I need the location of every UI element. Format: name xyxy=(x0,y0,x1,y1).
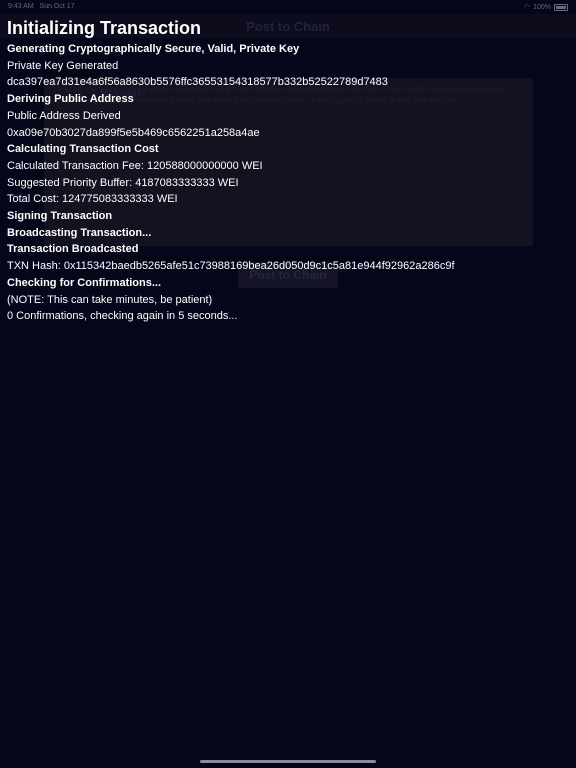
log-line: TXN Hash: 0x115342baedb5265afe51c7398816… xyxy=(7,260,455,273)
log-step-heading: Deriving Public Address xyxy=(7,93,134,106)
log-lines: Generating Cryptographically Secure, Val… xyxy=(7,41,572,325)
status-indicators: ◠ 100% xyxy=(524,3,568,11)
log-step-heading: Calculating Transaction Cost xyxy=(7,143,159,156)
wifi-icon: ◠ xyxy=(523,4,531,11)
log-line: Private Key Generated xyxy=(7,59,119,72)
status-time-text: 9:43 AM xyxy=(8,3,34,10)
log-line: 0xa09e70b3027da899f5e5b469c6562251a258a4… xyxy=(7,126,260,139)
log-line: Public Address Derived xyxy=(7,109,121,122)
log-title: Initializing Transaction xyxy=(7,18,202,38)
log-line: Suggested Priority Buffer: 4187083333333… xyxy=(7,176,239,189)
log-line: (NOTE: This can take minutes, be patient… xyxy=(7,293,213,306)
home-indicator[interactable] xyxy=(200,760,376,763)
log-line: Calculated Transaction Fee: 120588000000… xyxy=(7,159,263,172)
log-step-heading: Transaction Broadcasted xyxy=(7,243,139,256)
status-time: 9:43 AM Sun Oct 17 xyxy=(8,3,75,10)
log-line: dca397ea7d31e4a6f56a8630b5576ffc36553154… xyxy=(7,76,388,89)
log-step-heading: Signing Transaction xyxy=(7,210,113,223)
battery-icon xyxy=(554,3,568,11)
battery-percent: 100% xyxy=(533,3,551,11)
status-bar: 9:43 AM Sun Oct 17 ◠ 100% xyxy=(0,0,576,14)
log-step-heading: Generating Cryptographically Secure, Val… xyxy=(7,43,300,55)
status-date-text: Sun Oct 17 xyxy=(39,3,75,10)
log-line: 0 Confirmations, checking again in 5 sec… xyxy=(7,310,238,323)
log-line: Total Cost: 124775083333333 WEI xyxy=(7,193,178,206)
log-step-heading: Broadcasting Transaction... xyxy=(7,226,152,239)
log-step-heading: Checking for Confirmations... xyxy=(7,276,162,289)
transaction-log: Initializing Transaction Generating Cryp… xyxy=(7,17,572,325)
